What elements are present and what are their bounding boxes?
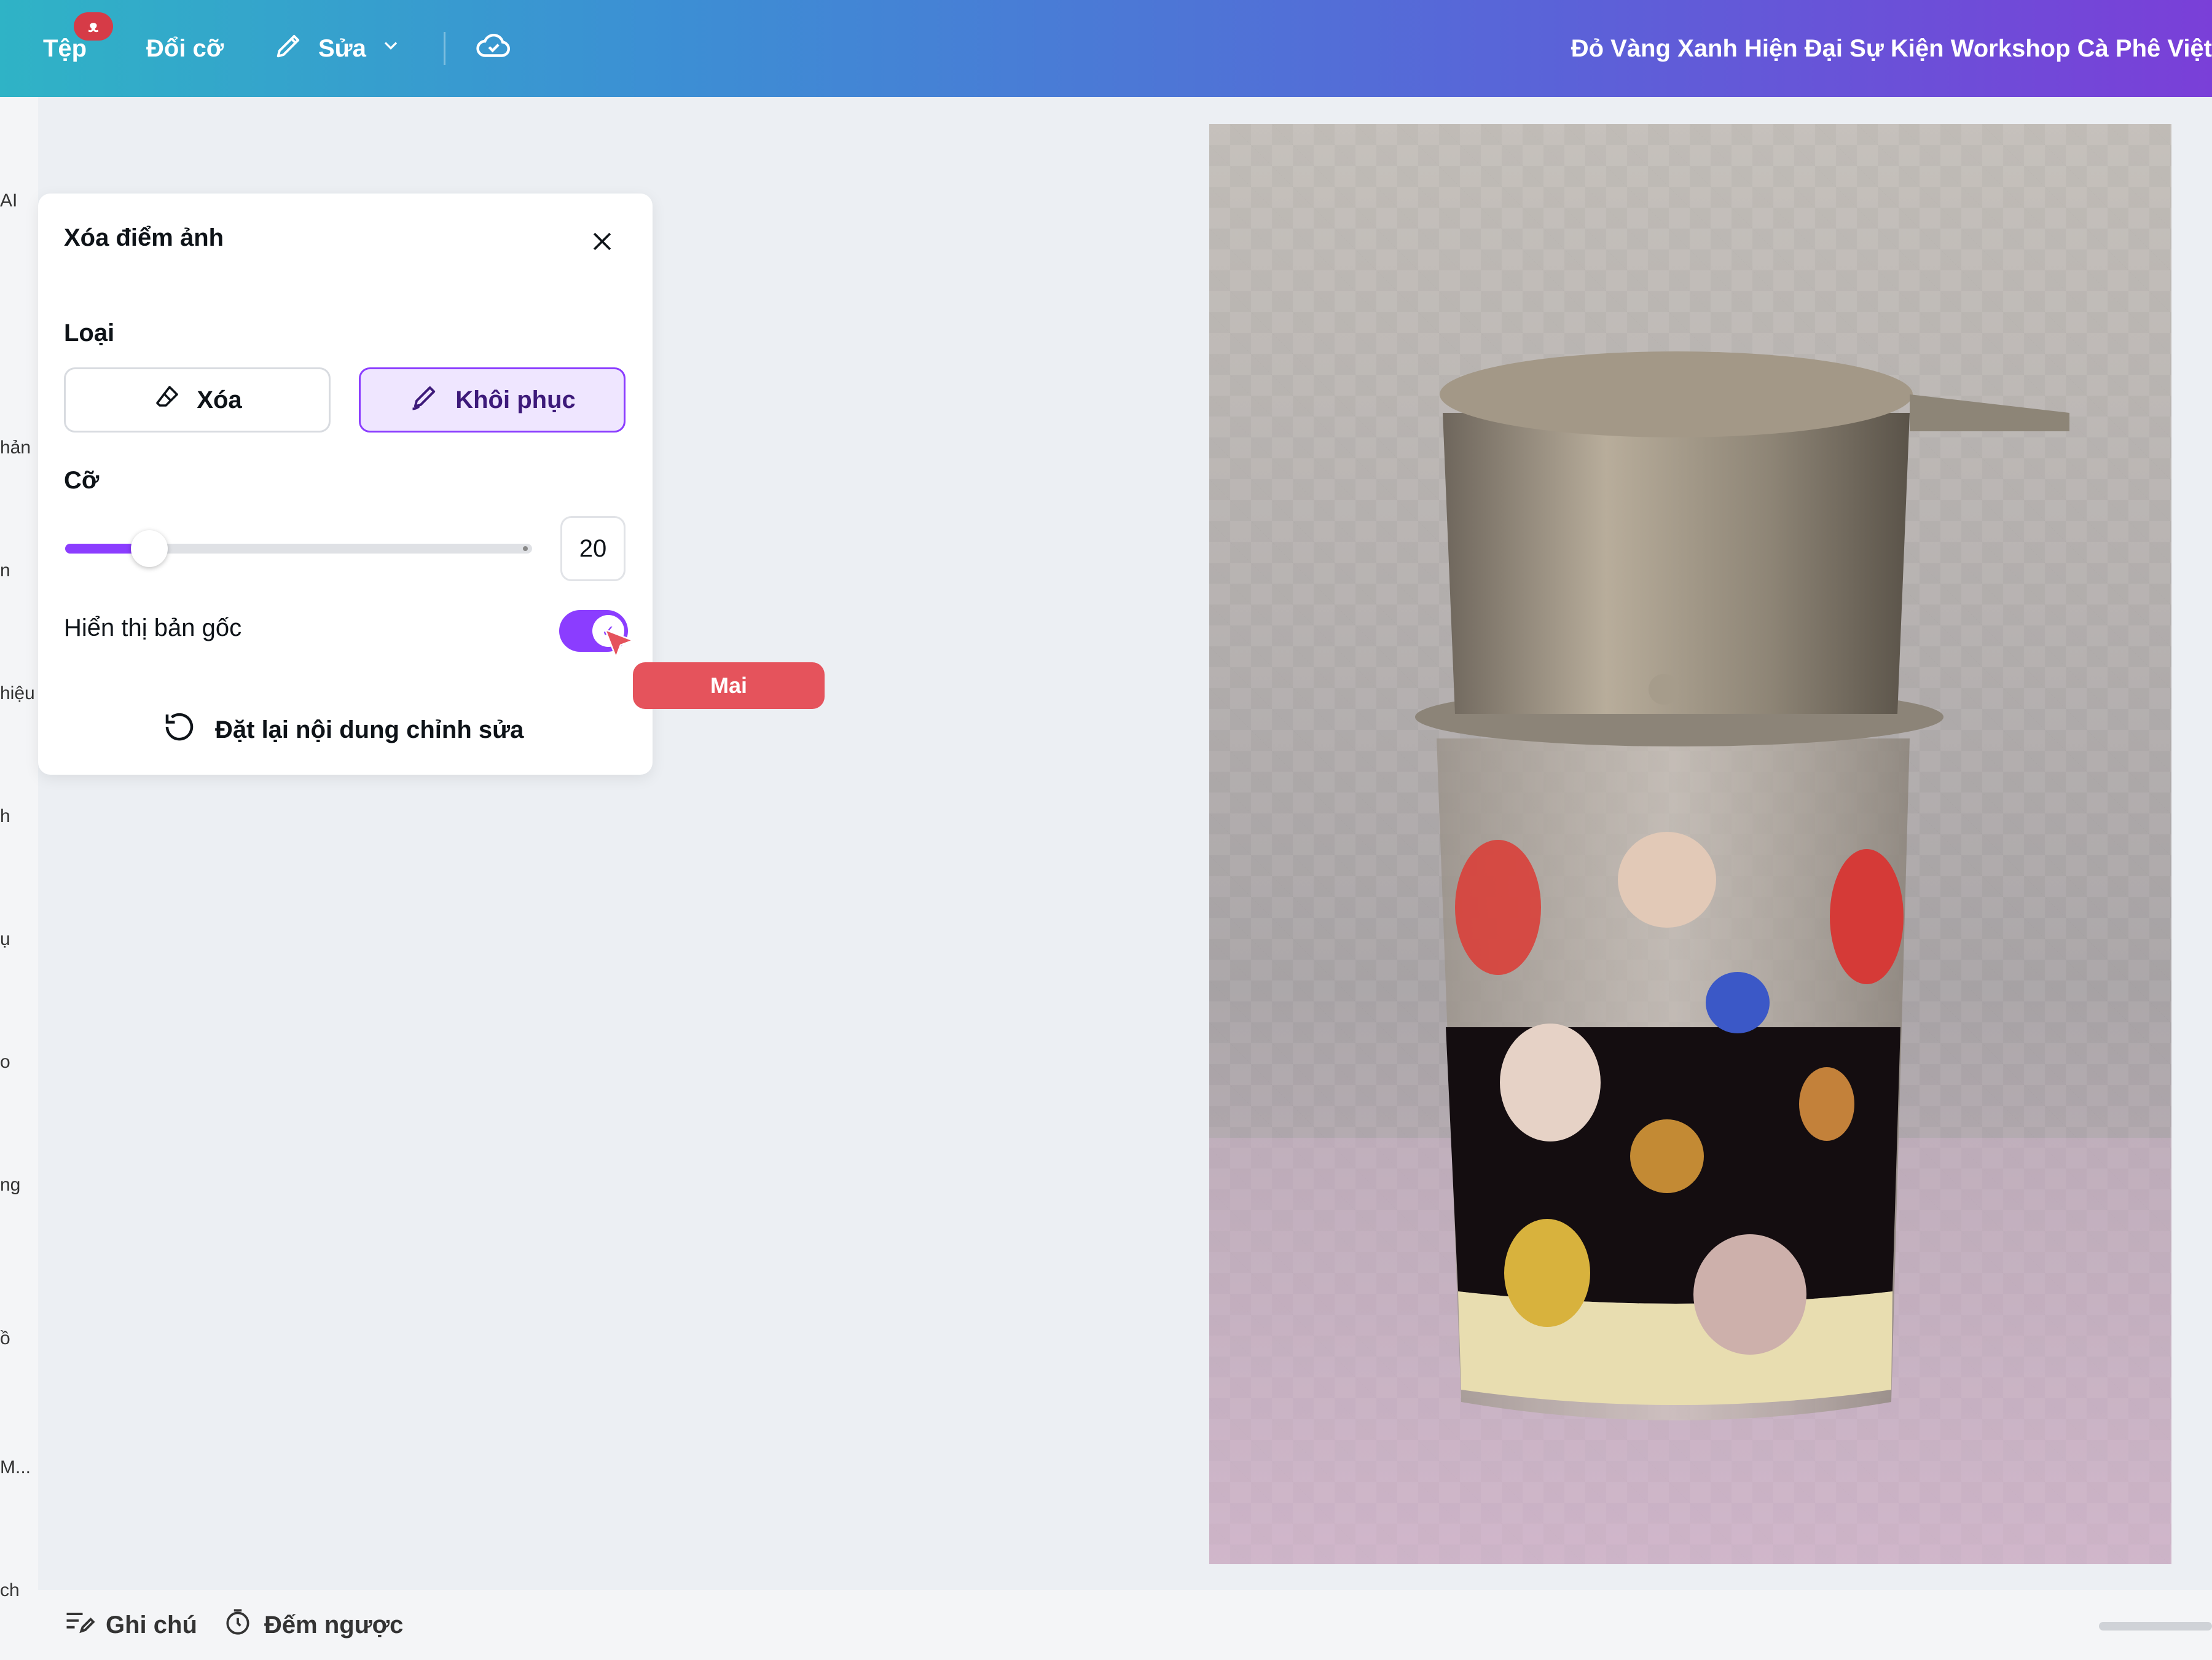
type-section-label: Loại	[64, 319, 115, 346]
restore-mode-button[interactable]: Khôi phục	[359, 367, 626, 433]
sidebar-label[interactable]: M...	[0, 1457, 31, 1478]
sidebar-label[interactable]: ng	[0, 1175, 20, 1196]
coffee-image	[1209, 124, 2171, 1564]
collaborator-name-tag: Mai	[633, 662, 825, 709]
chevron-down-icon	[380, 34, 402, 63]
zoom-slider[interactable]	[2099, 1622, 2212, 1631]
erase-mode-button[interactable]: Xóa	[64, 367, 331, 433]
top-toolbar: Tệp ᴥ Đổi cỡ Sửa Đỏ Vàng Xanh Hiện Đại S…	[0, 0, 2212, 97]
undo-icon	[161, 708, 198, 751]
erase-pixels-panel: Xóa điểm ảnh Loại Xóa Khôi phục Cỡ 20 Hi…	[38, 194, 653, 775]
cloud-save-button[interactable]	[473, 0, 514, 97]
size-slider-end	[523, 546, 528, 551]
size-input[interactable]: 20	[560, 516, 626, 581]
restore-brush-icon	[409, 381, 441, 419]
sidebar-label[interactable]: ch	[0, 1580, 20, 1601]
close-button[interactable]	[584, 224, 621, 261]
resize-button[interactable]: Đổi cỡ	[146, 0, 224, 97]
reset-edits-button[interactable]: Đặt lại nội dung chỉnh sửa	[161, 708, 524, 751]
notification-badge: ᴥ	[74, 12, 113, 41]
resize-label: Đổi cỡ	[146, 34, 224, 62]
timer-label: Đếm ngược	[264, 1611, 404, 1638]
erase-mode-label: Xóa	[197, 386, 242, 413]
document-title[interactable]: Đỏ Vàng Xanh Hiện Đại Sự Kiện Workshop C…	[1571, 0, 2212, 97]
bottom-toolbar: Ghi chú Đếm ngược	[38, 1590, 2212, 1660]
timer-button[interactable]: Đếm ngược	[222, 1590, 403, 1660]
design-photo[interactable]	[1209, 124, 2171, 1564]
reset-edits-label: Đặt lại nội dung chỉnh sửa	[215, 716, 524, 743]
notes-icon	[63, 1606, 95, 1644]
pencil-icon	[273, 29, 305, 68]
notes-label: Ghi chú	[106, 1611, 197, 1638]
edit-label: Sửa	[318, 34, 366, 62]
panel-title: Xóa điểm ảnh	[64, 224, 224, 251]
sidebar-label[interactable]: ồ	[0, 1328, 10, 1349]
left-sidebar: AI hản n hiệu h ụ o ng ồ M... ch	[0, 97, 38, 1660]
edit-menu[interactable]: Sửa	[273, 0, 402, 97]
file-menu-label: Tệp	[43, 34, 87, 62]
sidebar-label[interactable]: h	[0, 806, 10, 827]
sidebar-label[interactable]: hiệu	[0, 683, 35, 704]
collaborator-cursor-icon	[602, 627, 639, 664]
cloud-check-icon	[473, 25, 514, 72]
size-slider-thumb[interactable]	[130, 530, 168, 567]
eraser-icon	[152, 382, 182, 418]
close-icon	[589, 228, 616, 258]
sidebar-label[interactable]: o	[0, 1052, 10, 1073]
sidebar-label[interactable]: AI	[0, 190, 17, 211]
sidebar-label[interactable]: n	[0, 560, 10, 581]
show-original-label: Hiển thị bản gốc	[64, 614, 242, 641]
restore-mode-label: Khôi phục	[455, 386, 576, 413]
toolbar-divider	[444, 32, 445, 65]
sidebar-label[interactable]: ụ	[0, 929, 10, 950]
sidebar-label[interactable]: hản	[0, 437, 31, 458]
notes-button[interactable]: Ghi chú	[63, 1590, 197, 1660]
timer-icon	[222, 1607, 253, 1643]
size-section-label: Cỡ	[64, 467, 100, 494]
